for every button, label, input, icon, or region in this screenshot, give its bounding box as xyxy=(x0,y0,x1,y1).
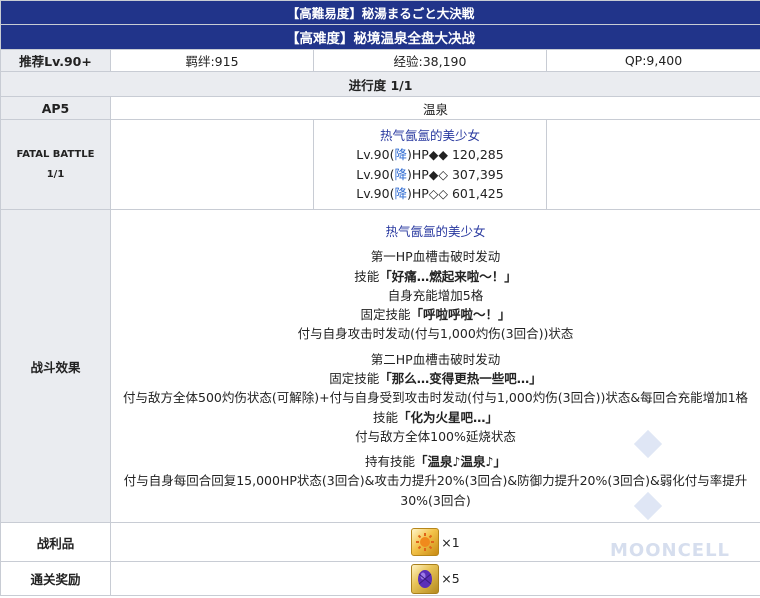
level-down-link[interactable]: 降 xyxy=(394,186,407,201)
enemy-hp-row-1: Lv.90(降)HP◆◆ 120,285 xyxy=(356,147,504,162)
effect-passive-1-desc: 付与自身攻击时发动(付与1,000灼伤(3回合))状态 xyxy=(297,326,574,342)
location-name: 温泉 xyxy=(109,96,760,120)
level-down-link[interactable]: 降 xyxy=(394,167,407,182)
fatal-battle-count: 1/1 xyxy=(46,168,65,180)
enemy-name: 热气氤氲的美少女 xyxy=(379,127,480,143)
enemy-info: 热气氤氲的美少女 Lv.90(降)HP◆◆ 120,285 Lv.90(降)HP… xyxy=(313,119,547,210)
effect-enemy-name: 热气氤氲的美少女 xyxy=(385,223,486,239)
enemy-empty-left xyxy=(110,119,314,210)
mooncell-watermark: MOONCELL xyxy=(609,540,731,561)
fatal-battle-title: FATAL BATTLE xyxy=(16,148,95,160)
effect-skill-2-desc: 付与敌方全体100%延烧状态 xyxy=(355,428,516,444)
effect-passive-2: 固定技能「那么…变得更热一些吧…」 xyxy=(329,371,542,386)
reward-quantity: ×5 xyxy=(441,571,460,586)
quest-table: 【高難易度】秘湯まるごと大決戦 【高难度】秘境温泉全盘大决战 推荐Lv.90+ … xyxy=(0,0,760,596)
level-down-link[interactable]: 降 xyxy=(394,147,407,162)
quest-title-jp: 【高難易度】秘湯まるごと大決戦 xyxy=(0,0,760,25)
loot-quantity: ×1 xyxy=(441,534,460,550)
recommend-level: 推荐Lv.90+ xyxy=(0,49,111,72)
effect-held-skill-desc-1: 付与自身每回合回复15,000HP状态(3回合)&攻击力提升20%(3回合)&防… xyxy=(123,473,748,489)
ap-cost: AP5 xyxy=(0,96,111,120)
effect-trigger-2: 第二HP血槽击破时发动 xyxy=(370,351,501,367)
effect-held-skill: 持有技能「温泉♪温泉♪」 xyxy=(365,454,506,470)
quest-title-cn: 【高难度】秘境温泉全盘大决战 xyxy=(0,24,760,50)
reward-item[interactable]: ×5 xyxy=(411,563,460,594)
qp-value: QP:9,400 xyxy=(545,49,760,72)
clear-reward-label: 通关奖励 xyxy=(0,561,111,596)
effect-passive-1: 固定技能「呼啦呼啦～！」 xyxy=(360,307,511,323)
loot-item[interactable]: ×1 xyxy=(411,528,460,556)
effect-skill-2: 技能「化为火星吧…」 xyxy=(372,409,499,425)
effect-passive-2-desc: 付与敌方全体500灼伤状态(可解除)+付与自身受到攻击时发动(付与1,000灼伤… xyxy=(122,390,749,406)
enemy-hp-row-3: Lv.90(降)HP◇◇ 601,425 xyxy=(356,186,504,201)
progress-header: 进行度 1/1 xyxy=(0,71,760,97)
loot-content: ×1 MOONCELL xyxy=(109,522,760,562)
enemy-hp-row-2: Lv.90(降)HP◆◇ 307,395 xyxy=(356,166,504,182)
purple-crystal-item-icon[interactable] xyxy=(411,563,440,594)
effect-trigger-1: 第一HP血槽击破时发动 xyxy=(370,249,501,265)
clear-reward-content: ×5 xyxy=(109,561,760,596)
effect-skill-1: 技能「好痛…燃起来啦～！」 xyxy=(354,268,517,284)
loot-label: 战利品 xyxy=(0,522,111,562)
exp-value: 经验:38,190 xyxy=(313,49,547,72)
enemy-empty-right xyxy=(545,119,760,210)
effect-held-skill-desc-2: 30%(3回合) xyxy=(400,492,471,508)
battle-effect-content: 热气氤氲的美少女 第一HP血槽击破时发动 技能「好痛…燃起来啦～！」 自身充能增… xyxy=(109,209,760,523)
battle-effect-label: 战斗效果 xyxy=(0,209,111,523)
fatal-battle-label: FATAL BATTLE 1/1 xyxy=(0,119,111,210)
golden-sun-item-icon[interactable] xyxy=(411,528,440,556)
effect-skill-1-desc: 自身充能增加5格 xyxy=(387,287,484,303)
bond-value: 羁绊:915 xyxy=(110,49,314,72)
